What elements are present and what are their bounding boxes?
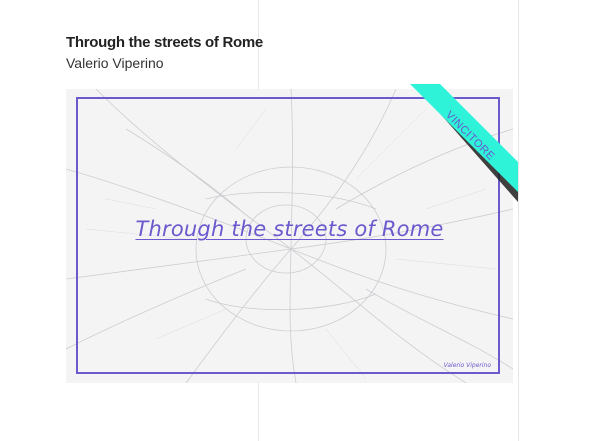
column-divider-right (518, 0, 519, 441)
card-title[interactable]: Through the streets of Rome (66, 34, 263, 51)
winner-ribbon: VINCITORE (396, 84, 518, 204)
card-author: Valerio Viperino (66, 55, 164, 71)
poster-title[interactable]: Through the streets of Rome (66, 217, 513, 241)
page: Through the streets of Rome Valerio Vipe… (0, 0, 605, 441)
ribbon-shape (410, 84, 518, 202)
poster-signature: Valerio Viperino (443, 362, 491, 369)
